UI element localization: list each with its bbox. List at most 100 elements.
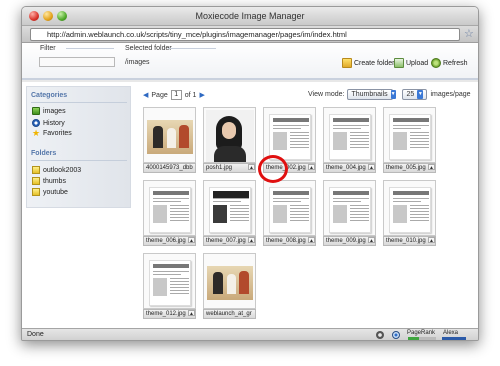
folder-icon (32, 188, 40, 196)
thumbnail-image[interactable] (383, 180, 436, 236)
thumbnail-menu-icon[interactable]: ▲ (248, 237, 255, 244)
thumbnail-item[interactable]: theme_007.jpg ▲ (203, 180, 256, 247)
thumbnail-image[interactable] (203, 107, 256, 163)
sidebar-item-outlook2003[interactable]: outlook2003 (32, 166, 81, 174)
thumbnail-menu-icon[interactable]: ▲ (368, 237, 375, 244)
document-preview (149, 187, 191, 233)
thumbnail-item[interactable]: theme_009.jpg ▲ (323, 180, 376, 247)
create-folder-button[interactable]: Create folder (342, 57, 394, 69)
sidebar-item-label: History (43, 119, 65, 127)
history-icon (32, 119, 40, 127)
alexa-bar (442, 337, 466, 340)
url-field[interactable]: http://admin.weblaunch.co.uk/scripts/tin… (30, 28, 460, 41)
thumbnail-item[interactable]: theme_008.jpg ▲ (263, 180, 316, 247)
thumbnail-menu-icon[interactable]: ▲ (188, 310, 195, 317)
thumbnail-menu-icon[interactable]: ▲ (248, 164, 255, 171)
selected-folder-label: Selected folder (125, 45, 172, 52)
thumbnail-item[interactable]: weblaunch_at_gr (203, 253, 256, 320)
thumbnail-image[interactable] (143, 253, 196, 309)
sidebar-item-favorites[interactable]: ★ Favorites (32, 129, 72, 138)
refresh-icon (431, 58, 441, 68)
upload-button[interactable]: Upload (394, 57, 428, 69)
previous-page-icon[interactable]: ◀ (143, 91, 148, 99)
thumbnail-image[interactable] (203, 180, 256, 236)
browser-window: Moxiecode Image Manager http://admin.web… (21, 6, 479, 341)
document-preview (329, 114, 371, 160)
thumbnail-menu-icon[interactable]: ▲ (308, 237, 315, 244)
thumbnail-caption: 4000145973_dbb (143, 163, 196, 173)
page-count-label: of 1 (184, 91, 197, 99)
bookmark-star-icon[interactable]: ☆ (464, 27, 474, 40)
document-preview (209, 187, 251, 233)
per-page-value: 25 (406, 91, 415, 98)
categories-divider (31, 102, 127, 103)
thumbnail-item[interactable]: theme_005.jpg ▲ (383, 107, 436, 174)
thumbnail-image[interactable] (143, 107, 196, 163)
view-mode-value: Thumbnails (351, 91, 388, 98)
sidebar-item-youtube[interactable]: youtube (32, 188, 68, 196)
thumbnail-image[interactable] (323, 107, 376, 163)
pagination: ◀ Page 1 of 1 ▶ (143, 90, 205, 100)
thumbnail-item[interactable]: theme_012.jpg ▲ (143, 253, 196, 320)
sidebar-item-label: youtube (43, 188, 68, 196)
filter-divider (66, 48, 114, 49)
document-preview (149, 260, 191, 306)
sidebar: Categories images History ★ Favorites Fo… (26, 86, 131, 208)
photo-preview (147, 120, 193, 154)
new-folder-icon (342, 58, 352, 68)
title-bar: Moxiecode Image Manager (22, 7, 478, 26)
view-mode-controls: View mode: Thumbnails ▼ 25 ▼ images/page (308, 89, 471, 100)
status-text: Done (27, 331, 44, 338)
thumbnail-menu-icon[interactable]: ▲ (188, 237, 195, 244)
folders-heading: Folders (31, 150, 57, 157)
filter-input[interactable] (39, 57, 115, 67)
pagerank-label: PageRank (407, 330, 436, 336)
images-icon (32, 107, 40, 115)
categories-heading: Categories (31, 92, 68, 99)
document-preview (269, 187, 311, 233)
status-bar: Done PageRank Alexa (22, 328, 478, 340)
filter-label: Filter (40, 45, 56, 52)
thumbnail-menu-icon[interactable]: ▲ (428, 164, 435, 171)
create-folder-label: Create folder (354, 59, 395, 67)
upload-label: Upload (406, 59, 429, 67)
thumbnail-image[interactable] (143, 180, 196, 236)
thumbnail-item[interactable]: theme_006.jpg ▲ (143, 180, 196, 247)
page-label: Page (151, 91, 168, 99)
thumbnail-image[interactable] (263, 180, 316, 236)
thumbnail-menu-icon[interactable]: ▲ (308, 164, 315, 171)
refresh-label: Refresh (443, 59, 468, 67)
sidebar-item-label: Favorites (43, 129, 72, 137)
gear-icon[interactable] (376, 331, 384, 339)
thumbnail-image[interactable] (203, 253, 256, 309)
portrait-preview (206, 110, 254, 162)
document-preview (269, 114, 311, 160)
sidebar-item-thumbs[interactable]: thumbs (32, 177, 66, 185)
thumbnail-item[interactable]: theme_004.jpg ▲ (323, 107, 376, 174)
eye-icon[interactable] (392, 331, 400, 339)
view-mode-label: View mode: (308, 91, 345, 98)
view-mode-select[interactable]: Thumbnails ▼ (347, 89, 396, 100)
thumbnail-image[interactable] (383, 107, 436, 163)
window-title: Moxiecode Image Manager (195, 11, 305, 21)
selected-folder-value: /images (125, 59, 150, 66)
refresh-button[interactable]: Refresh (431, 57, 468, 69)
folders-divider (31, 160, 127, 161)
per-page-select[interactable]: 25 ▼ (402, 89, 428, 100)
alexa-label: Alexa (443, 330, 459, 336)
thumbnail-image[interactable] (323, 180, 376, 236)
thumbnail-menu-icon[interactable]: ▲ (428, 237, 435, 244)
document-preview (329, 187, 371, 233)
thumbnail-item[interactable]: theme_010.jpg ▲ (383, 180, 436, 247)
next-page-icon[interactable]: ▶ (199, 91, 204, 99)
sidebar-item-history[interactable]: History (32, 119, 65, 127)
upload-icon (394, 58, 404, 68)
page-number-input[interactable]: 1 (170, 90, 182, 100)
thumbnail-item[interactable]: posh1.jpg ▲ (203, 107, 256, 174)
selected-folder-divider (168, 48, 216, 49)
sidebar-item-images[interactable]: images (32, 107, 66, 115)
thumbnail-menu-icon[interactable]: ▲ (368, 164, 375, 171)
document-preview (389, 187, 431, 233)
document-preview (389, 114, 431, 160)
thumbnail-item[interactable]: 4000145973_dbb (143, 107, 196, 174)
